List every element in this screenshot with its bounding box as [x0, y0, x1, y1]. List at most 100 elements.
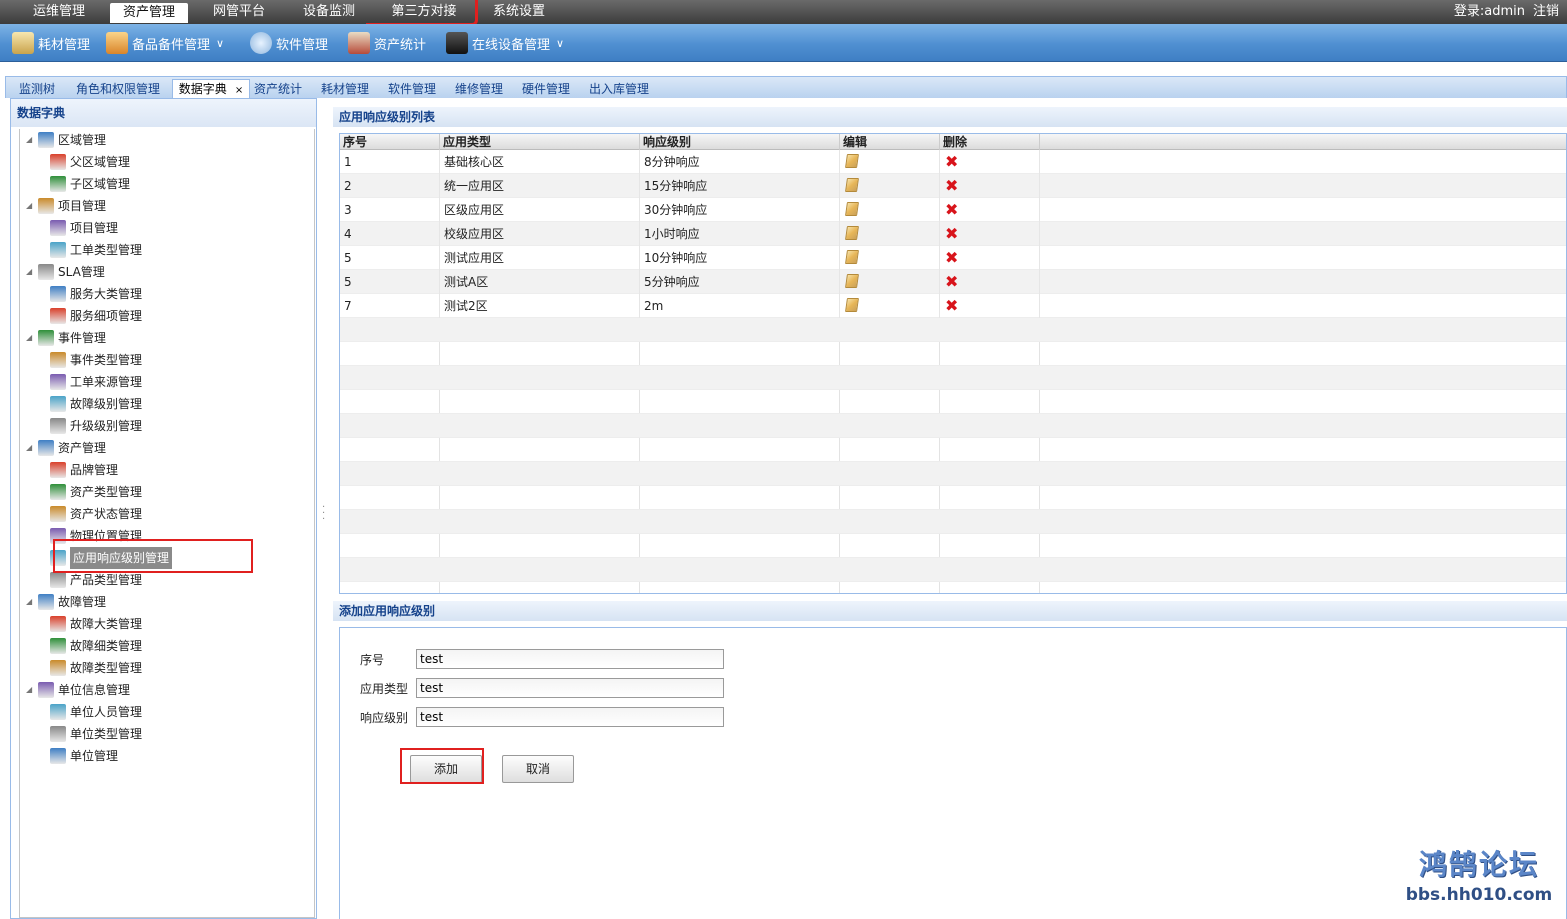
- toolbar-consumables[interactable]: 耗材管理: [12, 30, 90, 56]
- tab-software[interactable]: 软件管理: [384, 80, 440, 99]
- chevron-down-icon[interactable]: ∨: [216, 37, 224, 50]
- tab-data-dictionary[interactable]: 数据字典 ×: [172, 79, 250, 99]
- tree-leaf-node[interactable]: 故障级别管理: [50, 393, 142, 415]
- chevron-down-icon[interactable]: ∨: [556, 37, 564, 50]
- tab-stock-in-out[interactable]: 出入库管理: [585, 80, 653, 99]
- tree-group-node[interactable]: ◢ 单位信息管理: [26, 679, 130, 701]
- dictionary-tree: ◢ 区域管理 父区域管理 子区域管理 ◢ 项目管理 项目管理 工单类型管理 ◢ SLA管理 服务大类…: [19, 129, 315, 918]
- tree-leaf-node[interactable]: 单位类型管理: [50, 723, 142, 745]
- delete-x-icon[interactable]: ✖: [945, 174, 958, 198]
- splitter-handle[interactable]: · · ·: [322, 503, 325, 525]
- tree-leaf-node[interactable]: 事件类型管理: [50, 349, 142, 371]
- expand-toggle-icon[interactable]: ◢: [26, 129, 36, 151]
- expand-toggle-icon[interactable]: ◢: [26, 327, 36, 349]
- tree-node-icon: [38, 682, 54, 698]
- expand-toggle-icon[interactable]: ◢: [26, 261, 36, 283]
- table-row: [340, 366, 1566, 390]
- table-row[interactable]: 3 区级应用区 30分钟响应 ✖: [340, 198, 1566, 222]
- pencil-icon[interactable]: [845, 274, 859, 288]
- tree-leaf-node[interactable]: 工单类型管理: [50, 239, 142, 261]
- cancel-button[interactable]: 取消: [502, 755, 574, 783]
- toolbar-spare-parts[interactable]: 备品备件管理 ∨: [106, 30, 224, 56]
- toolbar-software[interactable]: 软件管理: [250, 30, 328, 56]
- tree-group-node[interactable]: ◢ 故障管理: [26, 591, 106, 613]
- expand-toggle-icon[interactable]: ◢: [26, 195, 36, 217]
- pencil-icon[interactable]: [845, 178, 859, 192]
- pencil-icon[interactable]: [845, 226, 859, 240]
- tree-group-node[interactable]: ◢ 资产管理: [26, 437, 106, 459]
- tree-leaf-node[interactable]: 故障类型管理: [50, 657, 142, 679]
- table-row: [340, 414, 1566, 438]
- tab-roles-permissions[interactable]: 角色和权限管理: [68, 80, 168, 99]
- close-icon[interactable]: ×: [235, 85, 243, 96]
- menu-ops[interactable]: 运维管理: [24, 0, 94, 24]
- pencil-icon[interactable]: [845, 202, 859, 216]
- menu-system-settings[interactable]: 系统设置: [484, 0, 554, 24]
- delete-x-icon[interactable]: ✖: [945, 294, 958, 318]
- tree-node-label: 故障管理: [58, 595, 107, 609]
- tree-leaf-node[interactable]: 服务大类管理: [50, 283, 142, 305]
- col-header-delete[interactable]: 删除: [940, 134, 1040, 150]
- tree-group-node[interactable]: ◢ SLA管理: [26, 261, 105, 283]
- tree-leaf-node[interactable]: 服务细项管理: [50, 305, 142, 327]
- no-input[interactable]: [416, 649, 724, 669]
- table-row[interactable]: 5 测试应用区 10分钟响应 ✖: [340, 246, 1566, 270]
- col-header-type[interactable]: 应用类型: [440, 134, 640, 150]
- table-row[interactable]: 1 基础核心区 8分钟响应 ✖: [340, 150, 1566, 174]
- table-row[interactable]: 2 统一应用区 15分钟响应 ✖: [340, 174, 1566, 198]
- pencil-icon[interactable]: [845, 298, 859, 312]
- col-header-no[interactable]: 序号: [340, 134, 440, 150]
- tree-leaf-node[interactable]: 资产类型管理: [50, 481, 142, 503]
- pencil-icon[interactable]: [845, 154, 859, 168]
- expand-toggle-icon[interactable]: ◢: [26, 591, 36, 613]
- tree-group-node[interactable]: ◢ 项目管理: [26, 195, 106, 217]
- tree-node-icon: [50, 616, 66, 632]
- response-level-input[interactable]: [416, 707, 724, 727]
- table-row[interactable]: 4 校级应用区 1小时响应 ✖: [340, 222, 1566, 246]
- menu-device-monitor[interactable]: 设备监测: [294, 0, 364, 24]
- logout-link[interactable]: 注销: [1533, 4, 1559, 19]
- expand-toggle-icon[interactable]: ◢: [26, 437, 36, 459]
- toolbar-consumables-label: 耗材管理: [38, 37, 91, 53]
- tree-node-icon: [38, 264, 54, 280]
- tab-repair[interactable]: 维修管理: [451, 80, 507, 99]
- tree-leaf-node[interactable]: 项目管理: [50, 217, 118, 239]
- tree-group-node[interactable]: ◢ 事件管理: [26, 327, 106, 349]
- tree-leaf-node[interactable]: 子区域管理: [50, 173, 130, 195]
- tree-leaf-node[interactable]: 故障大类管理: [50, 613, 142, 635]
- tab-asset-stats[interactable]: 资产统计: [250, 80, 306, 99]
- col-header-edit[interactable]: 编辑: [840, 134, 940, 150]
- table-row[interactable]: 7 测试2区 2m ✖: [340, 294, 1566, 318]
- tree-leaf-node[interactable]: 品牌管理: [50, 459, 118, 481]
- tree-node-icon: [50, 220, 66, 236]
- delete-x-icon[interactable]: ✖: [945, 150, 958, 174]
- table-row[interactable]: 5 测试A区 5分钟响应 ✖: [340, 270, 1566, 294]
- tree-leaf-node[interactable]: 升级级别管理: [50, 415, 142, 437]
- menu-netmgmt[interactable]: 网管平台: [204, 0, 274, 24]
- toolbar-asset-stats[interactable]: 资产统计: [348, 30, 426, 56]
- cell-response-level: 5分钟响应: [640, 270, 840, 294]
- toolbar-online-devices[interactable]: 在线设备管理 ∨: [446, 30, 564, 56]
- add-response-level-panel: 添加应用响应级别 序号 应用类型 响应级别 添加 取消: [333, 601, 1567, 919]
- tab-consumables[interactable]: 耗材管理: [317, 80, 373, 99]
- tab-hardware[interactable]: 硬件管理: [518, 80, 574, 99]
- tree-leaf-node[interactable]: 父区域管理: [50, 151, 130, 173]
- delete-x-icon[interactable]: ✖: [945, 270, 958, 294]
- tree-group-node[interactable]: ◢ 区域管理: [26, 129, 106, 151]
- tree-node-icon: [50, 286, 66, 302]
- expand-toggle-icon[interactable]: ◢: [26, 679, 36, 701]
- cell-delete: ✖: [940, 294, 1040, 318]
- app-type-input[interactable]: [416, 678, 724, 698]
- tab-monitor-tree[interactable]: 监测树: [12, 80, 62, 99]
- menu-asset[interactable]: 资产管理: [110, 3, 188, 23]
- tree-leaf-node[interactable]: 资产状态管理: [50, 503, 142, 525]
- tree-leaf-node[interactable]: 单位人员管理: [50, 701, 142, 723]
- tree-leaf-node[interactable]: 故障细类管理: [50, 635, 142, 657]
- tree-leaf-node[interactable]: 单位管理: [50, 745, 118, 767]
- col-header-level[interactable]: 响应级别: [640, 134, 840, 150]
- delete-x-icon[interactable]: ✖: [945, 222, 958, 246]
- pencil-icon[interactable]: [845, 250, 859, 264]
- tree-leaf-node[interactable]: 工单来源管理: [50, 371, 142, 393]
- delete-x-icon[interactable]: ✖: [945, 198, 958, 222]
- delete-x-icon[interactable]: ✖: [945, 246, 958, 270]
